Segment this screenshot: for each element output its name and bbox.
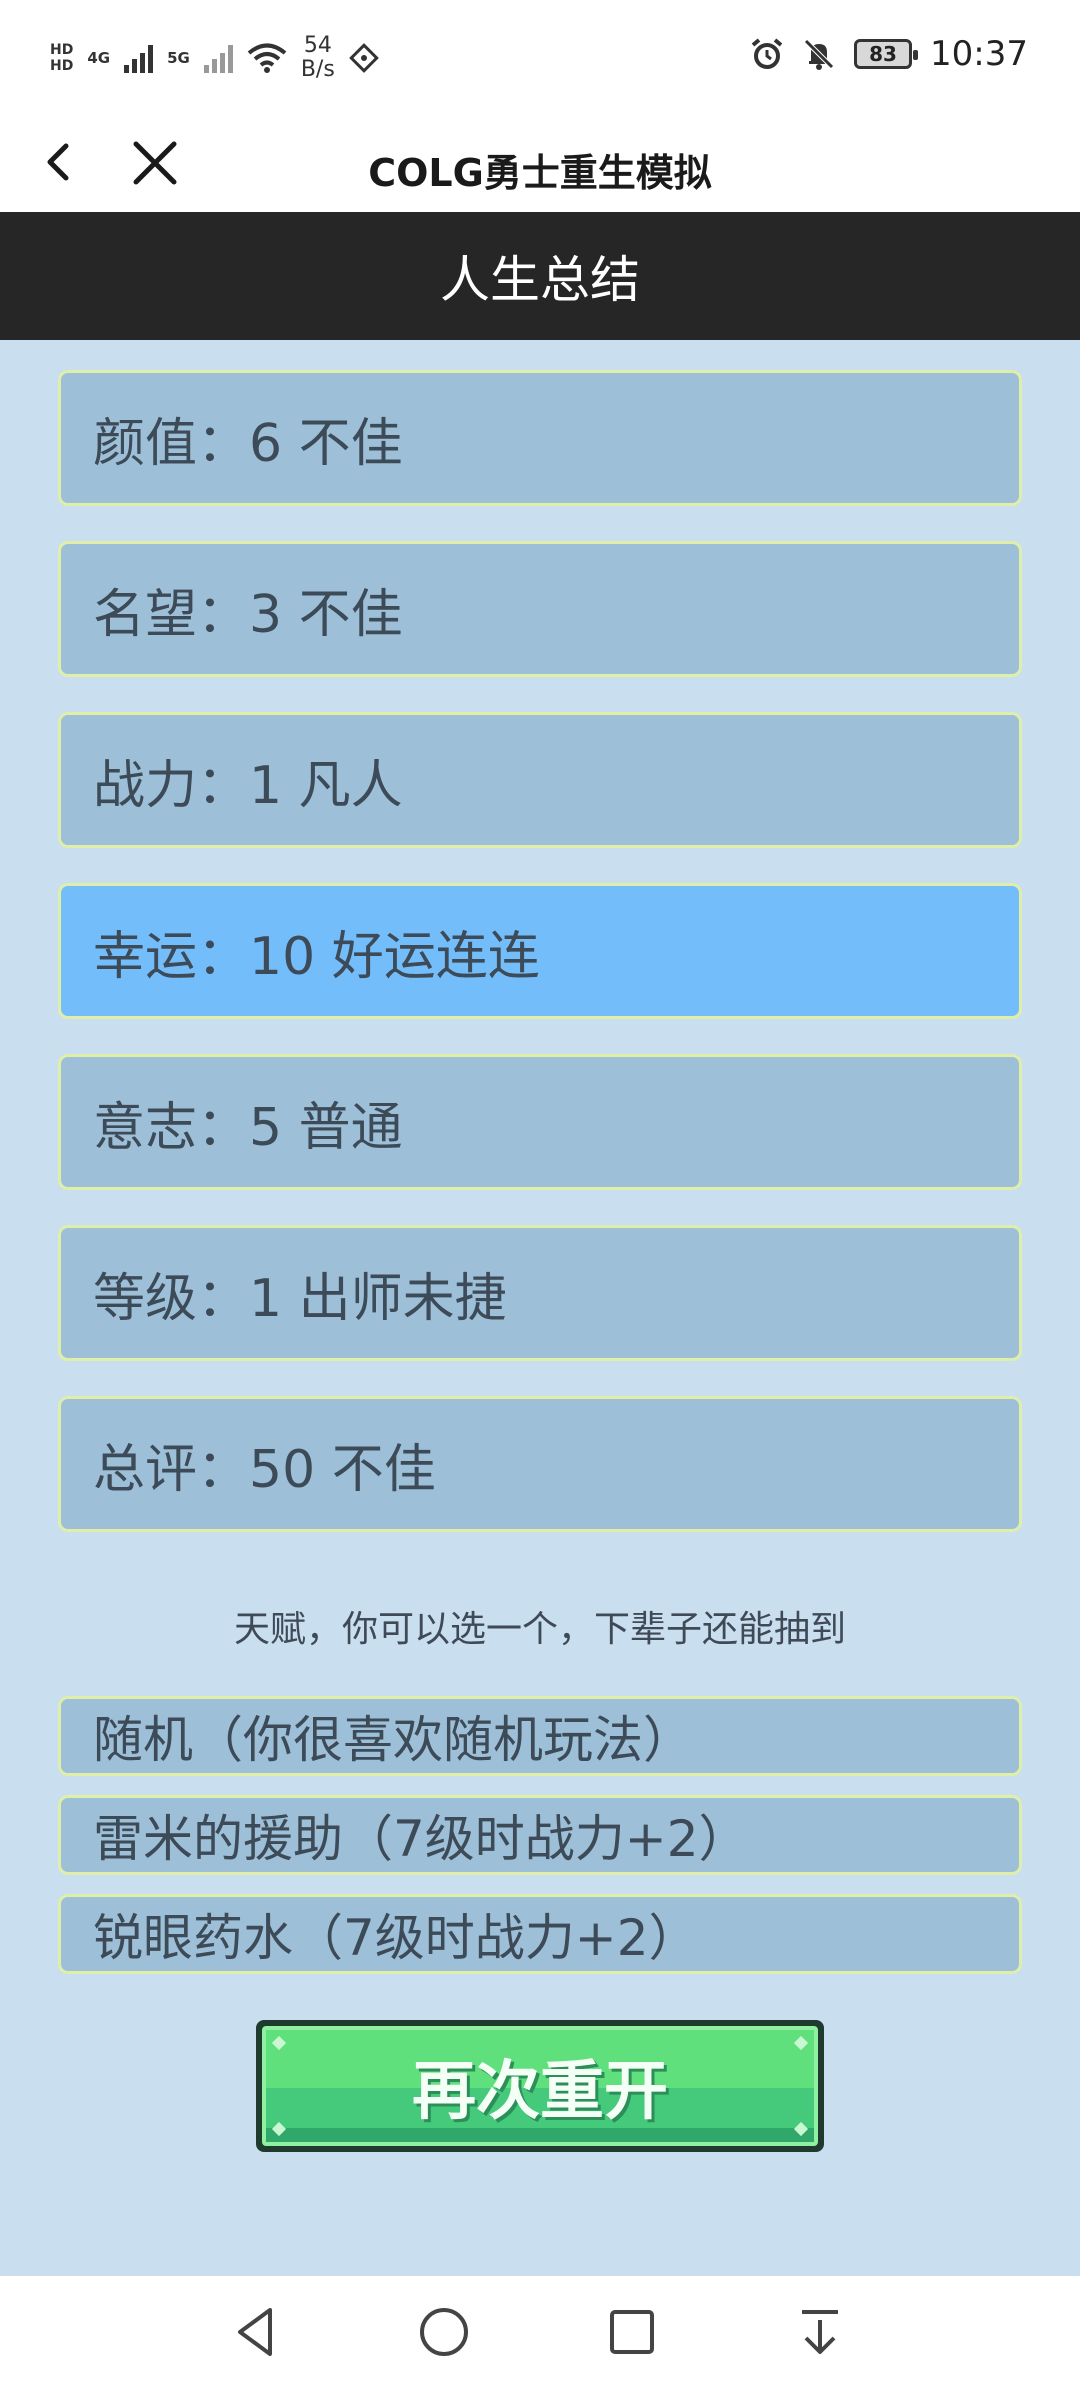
square-recent-icon[interactable] (602, 2302, 662, 2362)
stat-card: 战力：1 凡人 (58, 712, 1022, 848)
alarm-icon (751, 38, 783, 69)
stat-text: 总评：50 不佳 (93, 1439, 436, 1500)
signal-4g-icon (124, 43, 154, 73)
talent-option[interactable]: 随机（你很喜欢随机玩法） (58, 1696, 1022, 1776)
stat-card: 意志：5 普通 (58, 1054, 1022, 1190)
summary-title: 人生总结 (440, 251, 640, 309)
talent-option[interactable]: 雷米的援助（7级时战力+2） (58, 1795, 1022, 1875)
network-speed: 54 B/s (301, 34, 335, 82)
stat-text: 意志：5 普通 (93, 1097, 403, 1158)
status-left: HD HD 4G 5G 54 B/s (50, 34, 379, 82)
clock-time: 10:37 (930, 34, 1028, 74)
rivet-decoration (271, 2035, 287, 2051)
stat-text: 名望：3 不佳 (93, 584, 403, 645)
talent-list: 随机（你很喜欢随机玩法） 雷米的援助（7级时战力+2） 锐眼药水（7级时战力+2… (58, 1696, 1022, 1993)
net-4g-label: 4G (87, 49, 111, 67)
hd-top-label: HD (50, 42, 74, 58)
status-right: 83 10:37 (750, 34, 1028, 74)
mute-bell-icon (804, 39, 834, 70)
wifi-icon (247, 43, 287, 73)
talent-hint: 天赋，你可以选一个，下辈子还能抽到 (233, 1609, 846, 1650)
signal-5g-icon (203, 43, 233, 73)
stat-card: 颜值：6 不佳 (58, 370, 1022, 506)
rivet-decoration (793, 2121, 809, 2137)
speed-value: 54 (303, 33, 332, 58)
stat-card: 总评：50 不佳 (58, 1396, 1022, 1532)
stat-card: 等级：1 出师未捷 (58, 1225, 1022, 1361)
net-5g-label: 5G (167, 49, 190, 67)
app-nav-bar: COLG勇士重生模拟 (0, 118, 1080, 212)
page-title: COLG勇士重生模拟 (368, 151, 712, 195)
system-nav-bar (0, 2276, 1080, 2388)
hd-bottom-label: HD (50, 58, 74, 74)
summary-header: 人生总结 (0, 212, 1080, 340)
rivet-decoration (793, 2035, 809, 2051)
stat-text: 幸运：10 好运连连 (93, 926, 540, 987)
rivet-decoration (271, 2121, 287, 2137)
stat-card-highlight: 幸运：10 好运连连 (58, 883, 1022, 1019)
stat-card: 名望：3 不佳 (58, 541, 1022, 677)
stat-list: 颜值：6 不佳 名望：3 不佳 战力：1 凡人 幸运：10 好运连连 意志：5 … (58, 370, 1022, 1567)
status-bar: HD HD 4G 5G 54 B/s 83 10:37 (0, 0, 1080, 118)
hd-indicator: HD HD (50, 42, 73, 74)
triangle-back-icon[interactable] (226, 2302, 286, 2362)
speed-unit: B/s (300, 57, 335, 82)
talent-option[interactable]: 锐眼药水（7级时战力+2） (58, 1894, 1022, 1974)
stat-text: 等级：1 出师未捷 (93, 1268, 507, 1329)
battery-icon: 83 (854, 39, 919, 69)
stat-text: 战力：1 凡人 (93, 755, 403, 816)
stat-text: 颜值：6 不佳 (93, 413, 403, 474)
download-arrow-icon[interactable] (790, 2302, 850, 2362)
restart-button[interactable]: 再次重开 (256, 2020, 824, 2152)
restart-button-face: 再次重开 (262, 2026, 818, 2146)
circle-home-icon[interactable] (414, 2302, 474, 2362)
vpn-diamond-icon (348, 43, 379, 73)
restart-label: 再次重开 (412, 2055, 668, 2129)
